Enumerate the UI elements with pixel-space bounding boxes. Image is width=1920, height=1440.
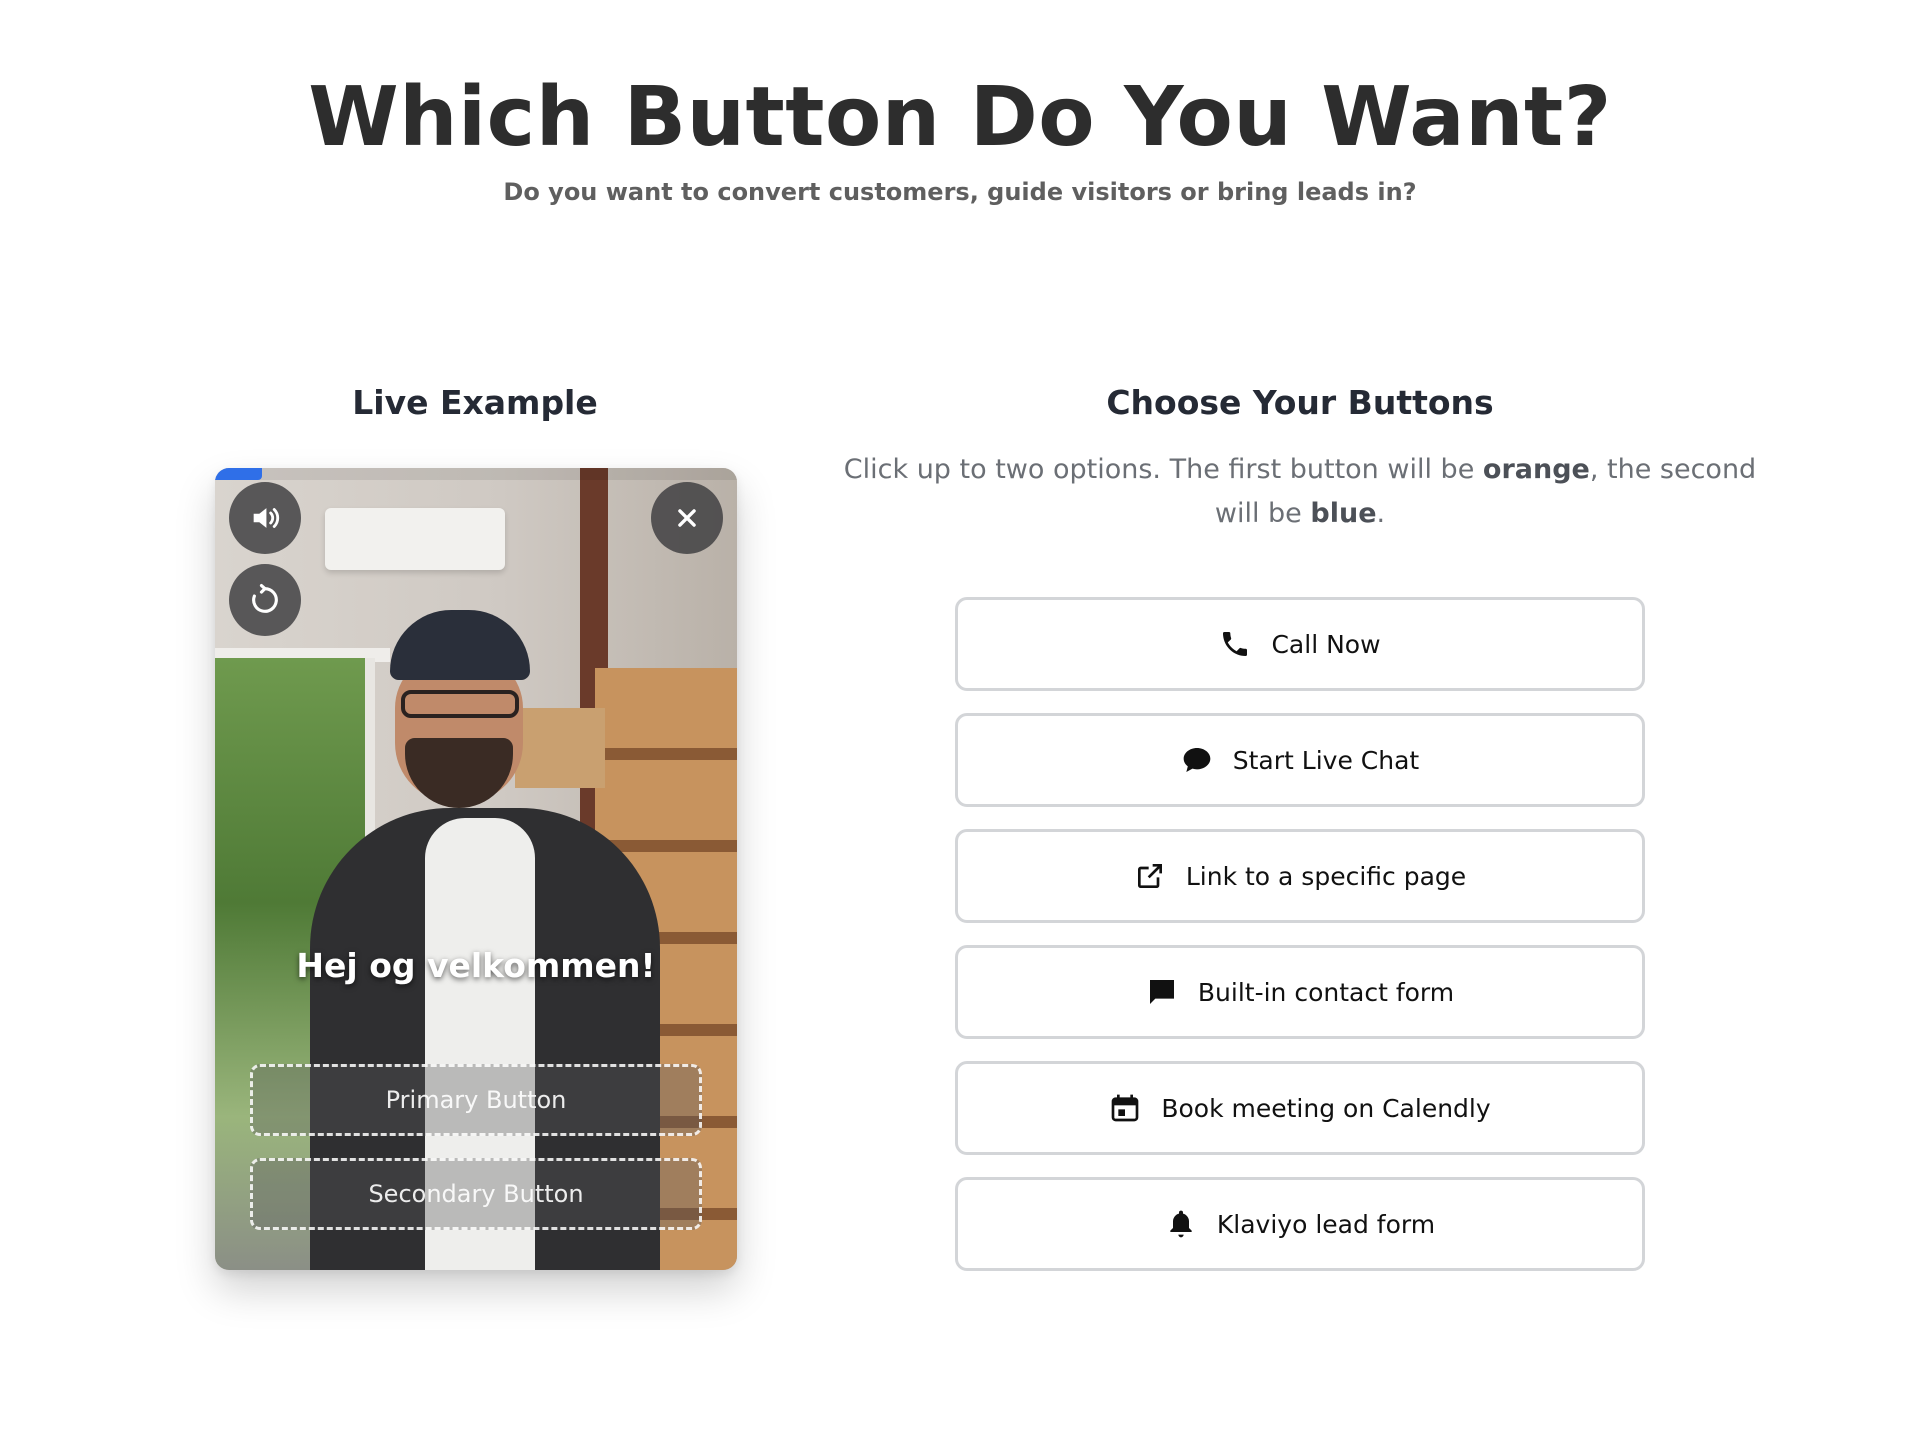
close-icon	[678, 509, 696, 527]
option-label: Klaviyo lead form	[1216, 1209, 1436, 1239]
secondary-button-placeholder[interactable]: Secondary Button	[250, 1158, 702, 1230]
video-person	[401, 690, 519, 718]
calendar-icon	[1111, 1094, 1139, 1122]
option-start-live-chat[interactable]: Start Live Chat	[955, 713, 1645, 807]
video-scenery	[325, 508, 505, 570]
second-color-word: blue	[1310, 498, 1377, 529]
external-link-icon	[1137, 864, 1162, 888]
video-caption: Hej og velkommen!	[296, 946, 656, 985]
video-scenery	[515, 708, 605, 788]
option-label: Book meeting on Calendly	[1161, 1093, 1491, 1123]
option-call-now[interactable]: Call Now	[955, 597, 1645, 691]
option-klaviyo[interactable]: Klaviyo lead form	[955, 1177, 1645, 1271]
volume-icon	[253, 508, 280, 528]
bell-icon	[1170, 1210, 1192, 1238]
button-options-list: Call Now Start Live Chat Link to a speci…	[955, 597, 1645, 1293]
message-icon	[1149, 980, 1174, 1004]
option-label: Built-in contact form	[1197, 977, 1455, 1007]
close-button[interactable]	[651, 482, 723, 554]
page-title: Which Button Do You Want?	[308, 70, 1612, 165]
video-progress-bar	[215, 468, 262, 480]
option-contact-form[interactable]: Built-in contact form	[955, 945, 1645, 1039]
choose-buttons-title: Choose Your Buttons	[1106, 383, 1494, 422]
replay-icon	[252, 583, 278, 613]
option-link-to-page[interactable]: Link to a specific page	[955, 829, 1645, 923]
page-subtitle: Do you want to convert customers, guide …	[503, 178, 1417, 206]
live-example-title: Live Example	[352, 383, 598, 422]
instructions-part: .	[1376, 498, 1386, 529]
option-label: Link to a specific page	[1185, 861, 1467, 891]
phone-icon	[1223, 632, 1248, 656]
volume-button[interactable]	[229, 482, 301, 554]
option-label: Call Now	[1271, 629, 1381, 659]
option-label: Start Live Chat	[1232, 745, 1420, 775]
replay-button[interactable]	[229, 564, 301, 636]
live-example-video[interactable]: Hej og velkommen! Primary Button Seconda…	[215, 468, 737, 1270]
primary-button-placeholder[interactable]: Primary Button	[250, 1064, 702, 1136]
video-progress-track	[215, 468, 737, 480]
instructions-part: Click up to two options. The first butto…	[843, 454, 1483, 485]
option-calendly[interactable]: Book meeting on Calendly	[955, 1061, 1645, 1155]
instructions-text: Click up to two options. The first butto…	[840, 448, 1760, 536]
chat-bubble-icon	[1183, 748, 1211, 772]
first-color-word: orange	[1482, 454, 1590, 485]
